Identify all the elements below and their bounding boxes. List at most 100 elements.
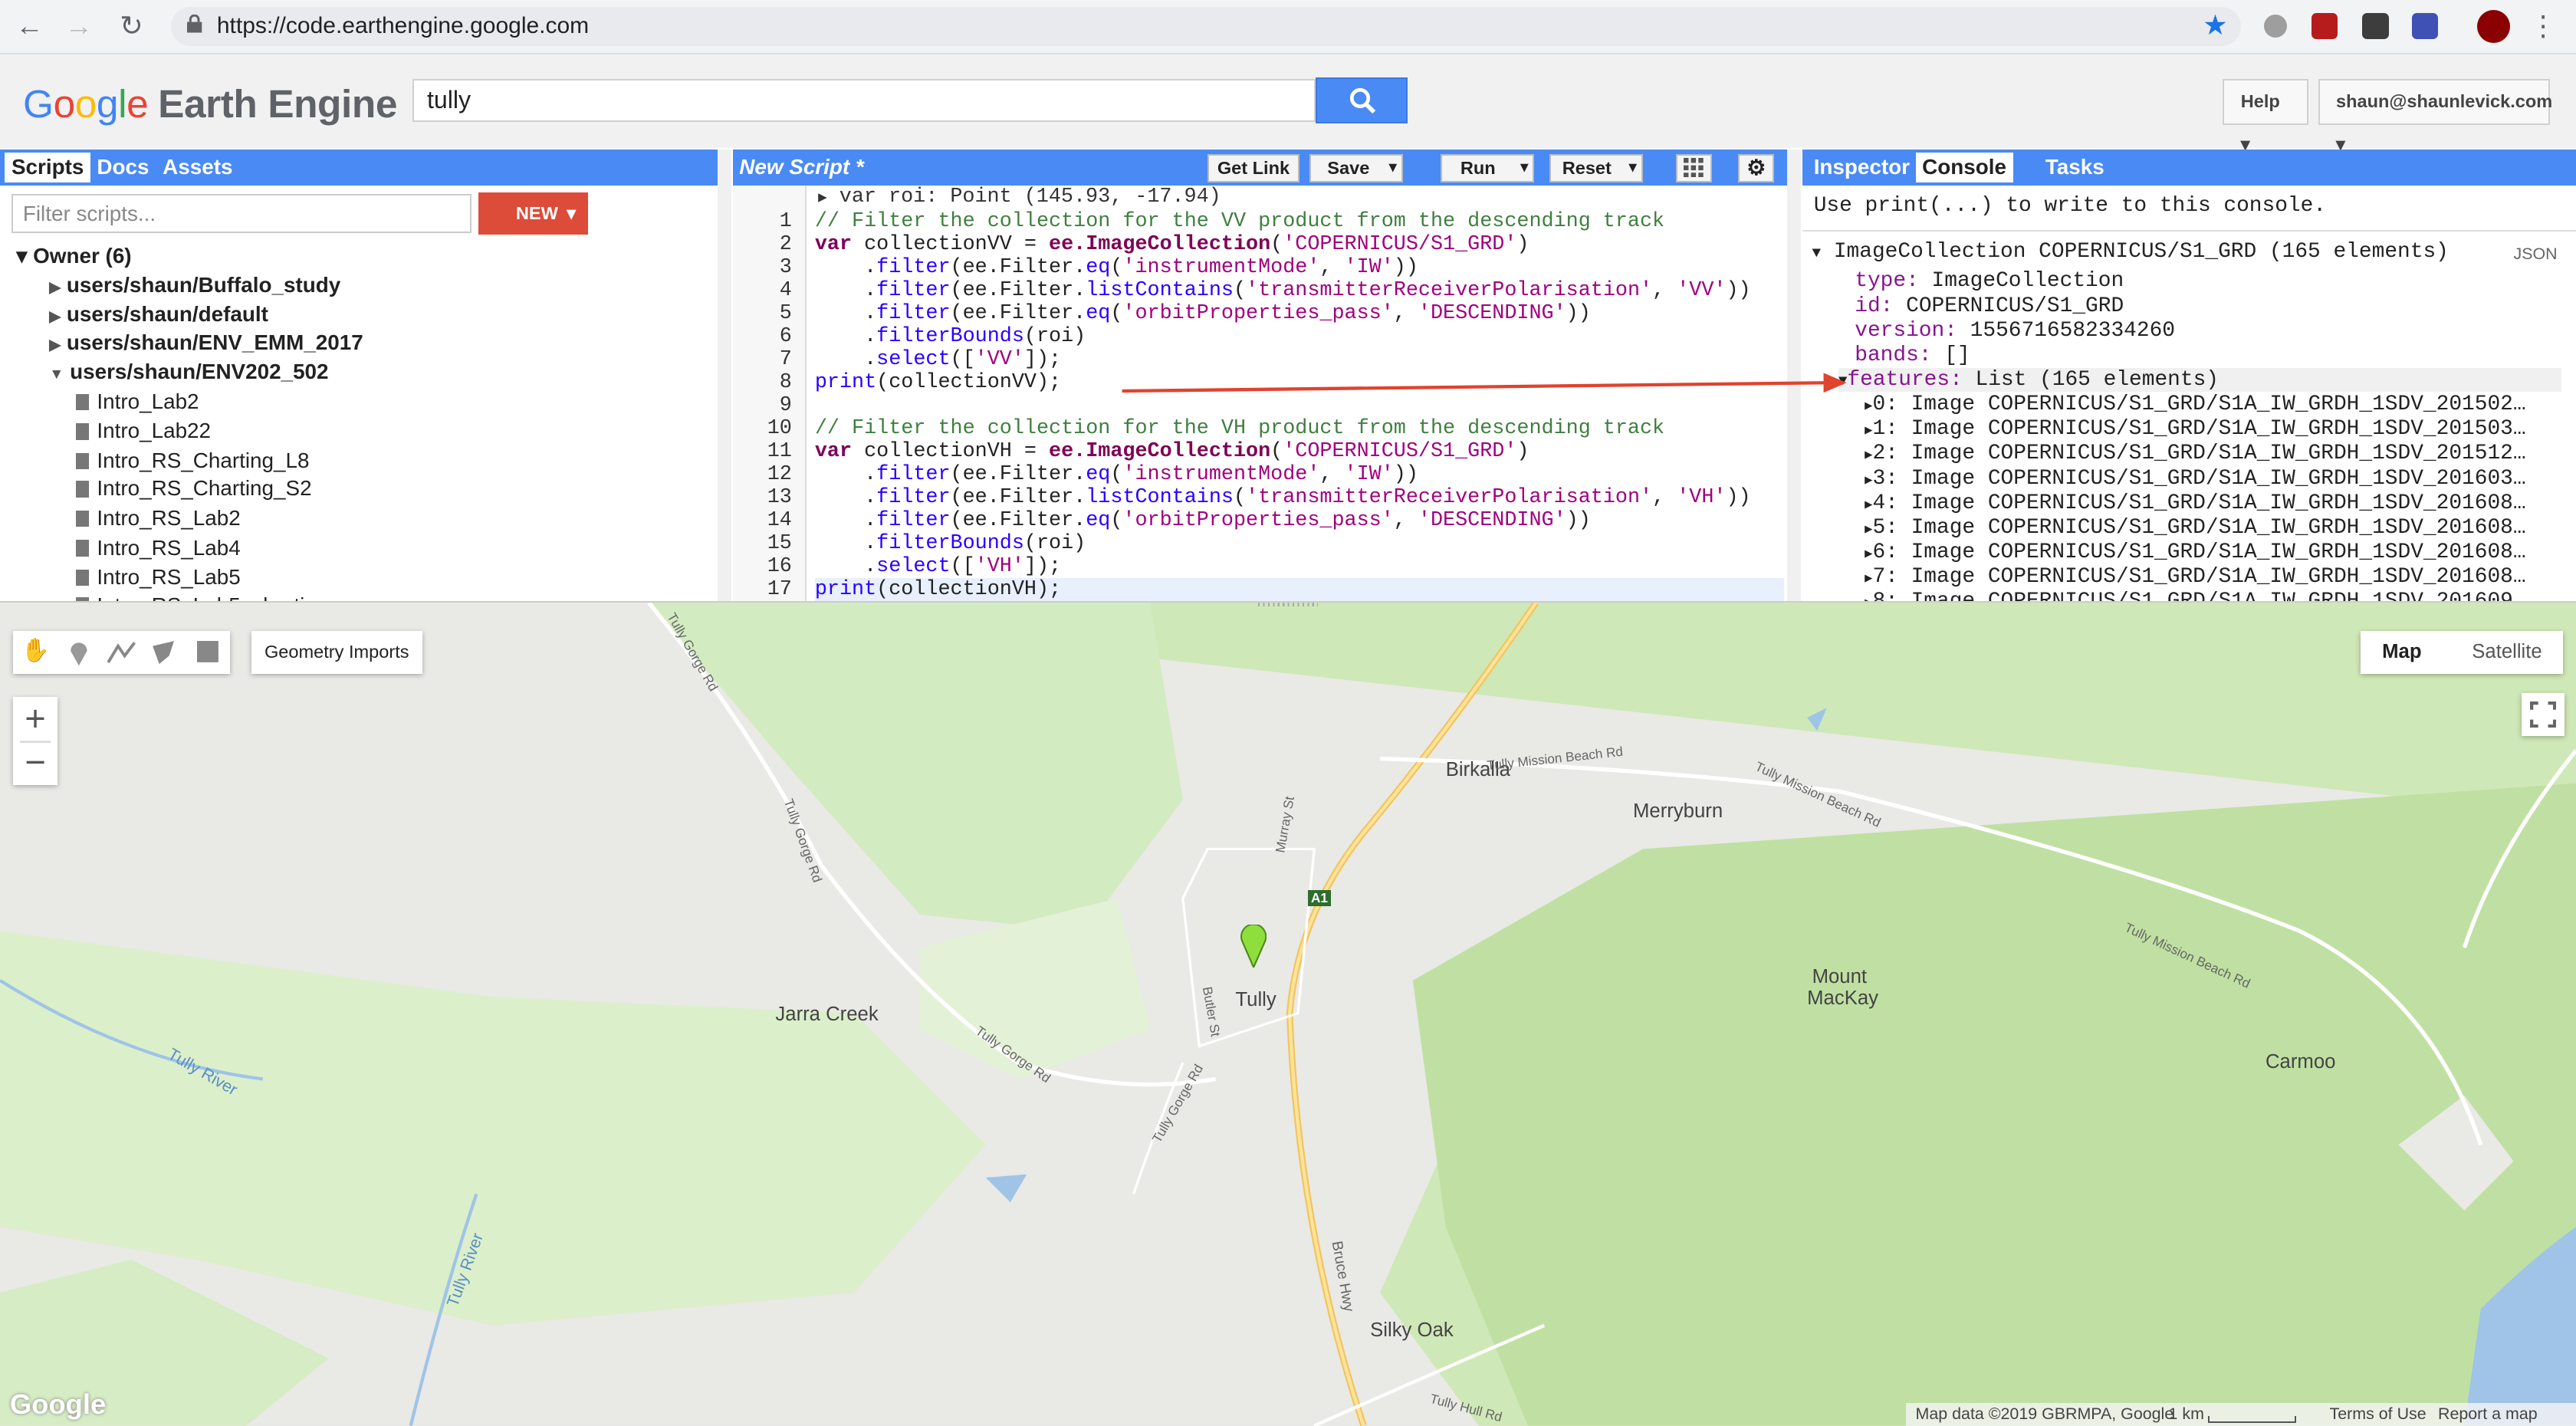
tab-console[interactable]: Console xyxy=(1915,153,2013,182)
feature-item[interactable]: ▶0: Image COPERNICUS/S1_GRD/S1A_IW_GRDH_… xyxy=(1865,393,2525,416)
code-line: .filter(ee.Filter.eq('orbitProperties_pa… xyxy=(814,302,1591,326)
polygon-icon[interactable] xyxy=(151,639,177,665)
tab-docs[interactable]: Docs xyxy=(90,153,156,182)
reload-icon[interactable]: ↻ xyxy=(115,10,148,43)
line-icon[interactable] xyxy=(107,639,136,665)
collection-header[interactable]: ▼ ImageCollection COPERNICUS/S1_GRD (165… xyxy=(1812,240,2449,264)
code-line: .filter(ee.Filter.eq('instrumentMode', '… xyxy=(814,463,1418,487)
tree-file[interactable]: Intro_RS_Charting_S2 xyxy=(75,476,312,501)
account-button[interactable]: shaun@shaunlevick.com ▾ xyxy=(2318,78,2552,154)
bookmark-star-icon[interactable]: ★ xyxy=(2203,8,2228,41)
extension-icon[interactable] xyxy=(2312,13,2338,40)
map-type-satellite[interactable]: Satellite xyxy=(2451,631,2563,674)
editor-toolbar: New Script * Get Link Save ▾ Run ▾ Reset ▾ … xyxy=(732,150,1788,186)
tree-file[interactable]: Intro_RS_Lab5 xyxy=(75,565,241,590)
map-tiles xyxy=(0,603,2576,1426)
line-number: 14 xyxy=(767,509,792,533)
code-editor[interactable]: 1 2 3 4 5 6 7 8 9 10 11 12 13 14 15 16 1… xyxy=(732,186,1788,602)
place-search-input[interactable]: tully xyxy=(412,78,1316,122)
reset-button[interactable]: Reset ▾ xyxy=(1549,154,1643,182)
file-icon xyxy=(75,569,89,586)
tree-file[interactable]: Intro_RS_Lab2 xyxy=(75,506,241,531)
prop-row: type: ImageCollection xyxy=(1855,269,2124,294)
code-line: var collectionVV = ee.ImageCollection('C… xyxy=(814,233,1530,257)
chevron-down-icon: ▾ xyxy=(1520,159,1528,176)
tree-repo[interactable]: ▶ users/shaun/Buffalo_study xyxy=(49,273,340,297)
map-type-map[interactable]: Map xyxy=(2361,631,2443,674)
feature-item[interactable]: ▶1: Image COPERNICUS/S1_GRD/S1A_IW_GRDH_… xyxy=(1865,417,2525,441)
tab-inspector[interactable]: Inspector xyxy=(1807,153,1916,182)
extension-icon[interactable] xyxy=(2362,13,2389,40)
file-icon xyxy=(75,510,89,527)
code-line: .filter(ee.Filter.eq('orbitProperties_pa… xyxy=(814,509,1591,533)
roi-marker-icon[interactable] xyxy=(1240,925,1267,968)
code-line: .filter(ee.Filter.listContains('transmit… xyxy=(814,279,1751,303)
line-number: 15 xyxy=(767,532,792,556)
new-button[interactable]: NEW ▾ xyxy=(478,192,589,235)
code-line: .filter(ee.Filter.eq('instrumentMode', '… xyxy=(814,256,1418,280)
imports-line[interactable]: ▶ var roi: Point (145.93, -17.94) xyxy=(818,186,1221,209)
tree-repo[interactable]: ▼ users/shaun/ENV202_502 xyxy=(49,360,328,384)
extension-icon[interactable] xyxy=(2263,15,2287,38)
forward-icon[interactable]: → xyxy=(62,10,95,43)
feature-item[interactable]: ▶3: Image COPERNICUS/S1_GRD/S1A_IW_GRDH_… xyxy=(1865,467,2525,491)
search-button[interactable] xyxy=(1316,77,1408,123)
left-panel-tabbar: Scripts Docs Assets xyxy=(0,150,718,186)
tree-file[interactable]: Intro_Lab22 xyxy=(75,419,211,443)
feature-item[interactable]: ▶7: Image COPERNICUS/S1_GRD/S1A_IW_GRDH_… xyxy=(1865,565,2525,589)
report-error-link[interactable]: Report a map error xyxy=(2438,1405,2576,1426)
profile-avatar[interactable] xyxy=(2477,9,2511,43)
lock-icon xyxy=(187,15,202,33)
feature-item[interactable]: ▶4: Image COPERNICUS/S1_GRD/S1A_IW_GRDH_… xyxy=(1865,491,2525,515)
map-canvas[interactable]: ✋ Geometry Imports + − Map Satellite Bir… xyxy=(0,603,2576,1426)
place-label: Merryburn xyxy=(1633,800,1723,822)
gear-icon[interactable]: ⚙ xyxy=(1738,154,1775,182)
hand-icon[interactable]: ✋ xyxy=(21,637,50,664)
save-button[interactable]: Save ▾ xyxy=(1309,154,1403,182)
code-line: .filterBounds(roi) xyxy=(814,325,1086,349)
terms-link[interactable]: Terms of Use xyxy=(2330,1405,2426,1424)
more-menu-icon[interactable]: ⋮ xyxy=(2527,10,2560,43)
zoom-out-button[interactable]: − xyxy=(13,741,58,785)
tree-file[interactable]: Intro_RS_Lab4 xyxy=(75,536,241,560)
feature-item[interactable]: ▶8: Image COPERNICUS/S1_GRD/S1A_IW_GRDH_… xyxy=(1865,590,2525,601)
grid-icon xyxy=(1684,157,1704,178)
line-number: 10 xyxy=(767,417,792,441)
tree-file[interactable]: Intro_RS_Lab5_charting xyxy=(75,593,328,602)
tab-scripts[interactable]: Scripts xyxy=(5,153,90,182)
json-toggle[interactable]: JSON xyxy=(2514,245,2558,264)
geometry-imports-button[interactable]: Geometry Imports xyxy=(251,630,422,674)
feature-item[interactable]: ▶6: Image COPERNICUS/S1_GRD/S1A_IW_GRDH_… xyxy=(1865,540,2525,564)
tab-assets[interactable]: Assets xyxy=(156,153,239,182)
fullscreen-button[interactable] xyxy=(2522,693,2564,736)
features-row[interactable]: ▼features: List (165 elements) xyxy=(1838,367,2561,392)
resize-handle[interactable] xyxy=(1258,603,1318,606)
code-line: .select(['VV']); xyxy=(814,348,1062,372)
zoom-in-button[interactable]: + xyxy=(13,697,58,741)
tree-repo[interactable]: ▶ users/shaun/default xyxy=(49,302,268,327)
feature-item[interactable]: ▶2: Image COPERNICUS/S1_GRD/S1A_IW_GRDH_… xyxy=(1865,442,2525,465)
attribution-text: Map data ©2019 GBRMPA, Google xyxy=(1915,1405,2174,1424)
extension-icon[interactable] xyxy=(2411,13,2438,40)
run-button[interactable]: Run ▾ xyxy=(1441,154,1535,182)
marker-icon[interactable] xyxy=(69,639,89,665)
tree-repo[interactable]: ▶ users/shaun/ENV_EMM_2017 xyxy=(49,330,363,355)
panel-splitter[interactable] xyxy=(1787,150,1801,603)
filter-scripts-input[interactable]: Filter scripts... xyxy=(12,193,472,234)
tab-tasks[interactable]: Tasks xyxy=(2039,153,2111,182)
panel-splitter[interactable] xyxy=(718,150,731,603)
feature-item[interactable]: ▶5: Image COPERNICUS/S1_GRD/S1A_IW_GRDH_… xyxy=(1865,516,2525,540)
help-button[interactable]: Help ▾ xyxy=(2223,78,2308,154)
apps-grid-button[interactable] xyxy=(1675,154,1712,182)
tree-owner[interactable]: ▾ Owner (6) xyxy=(16,243,131,268)
rectangle-icon[interactable] xyxy=(197,640,219,662)
get-link-button[interactable]: Get Link xyxy=(1207,154,1300,182)
back-icon[interactable]: ← xyxy=(13,10,46,43)
file-icon xyxy=(75,481,89,498)
address-bar[interactable]: https://code.earthengine.google.com ★ xyxy=(170,6,2241,46)
tree-file[interactable]: Intro_Lab2 xyxy=(75,389,199,414)
map-type-control: Map Satellite xyxy=(2361,630,2563,674)
tree-file[interactable]: Intro_RS_Charting_L8 xyxy=(75,449,309,473)
place-label: Carmoo xyxy=(2266,1051,2336,1073)
line-number: 2 xyxy=(779,233,792,257)
